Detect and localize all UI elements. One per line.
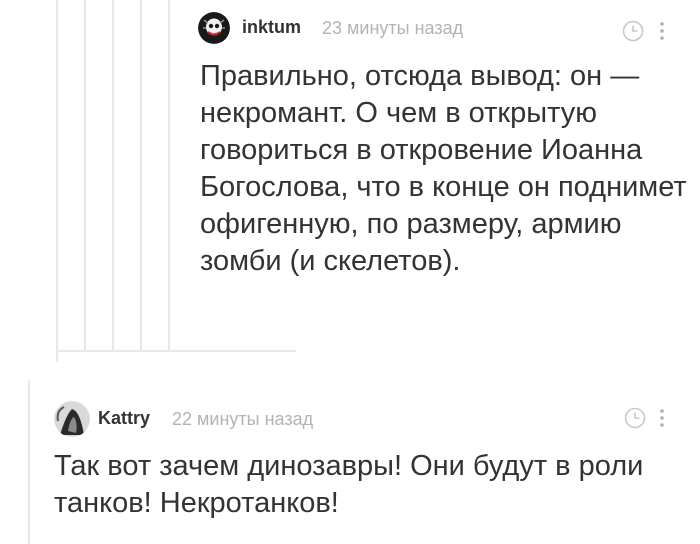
thread-stub-line <box>56 350 58 362</box>
thread-line <box>168 0 170 350</box>
more-vertical-icon[interactable] <box>658 407 666 429</box>
comment: inktum 23 минуты назад Правильно, отсюда… <box>186 0 700 277</box>
comment-text: Так вот зачем динозавры! Они будут в рол… <box>54 450 644 519</box>
comment-time[interactable]: 23 минуты назад <box>322 18 463 39</box>
comment-time[interactable]: 22 минуты назад <box>172 409 313 430</box>
avatar[interactable] <box>198 12 230 44</box>
thread-end-line <box>56 350 296 352</box>
comment-header: Kattry 22 минуты назад <box>44 395 700 437</box>
thread-line-outer <box>28 380 30 544</box>
comment: Kattry 22 минуты назад Так вот зачем дин… <box>44 395 700 519</box>
clock-icon[interactable] <box>622 20 644 42</box>
comment-header: inktum 23 минуты назад <box>186 0 700 44</box>
clock-icon[interactable] <box>624 407 646 429</box>
thread-line <box>56 0 58 350</box>
thread-line <box>140 0 142 350</box>
username[interactable]: inktum <box>242 17 301 38</box>
comment-text: Правильно, отсюда вывод: он — некромант.… <box>200 60 687 277</box>
username[interactable]: Kattry <box>98 408 150 429</box>
thread-line <box>84 0 86 350</box>
avatar[interactable] <box>54 401 90 437</box>
thread-line <box>112 0 114 350</box>
more-vertical-icon[interactable] <box>658 20 666 42</box>
skull-avatar-icon <box>198 12 230 44</box>
portrait-avatar-icon <box>54 401 90 437</box>
